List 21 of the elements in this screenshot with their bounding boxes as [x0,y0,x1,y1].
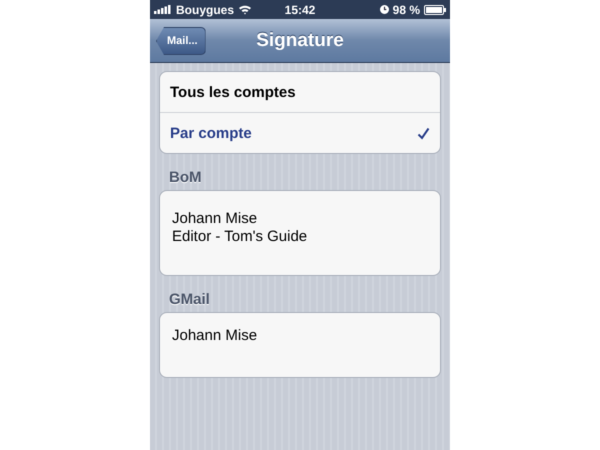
signature-line: Johann Mise [172,327,258,345]
clock-icon [380,5,389,14]
back-button[interactable]: Mail... [156,27,206,55]
wifi-icon [238,4,252,15]
section-header: BoM [168,168,202,184]
signature-line: Johann Mise [172,210,258,228]
signature-line: Editor - Tom's Guide [172,228,308,246]
option-row[interactable]: Par compte [160,112,440,153]
signature-field[interactable]: Johann Mise [159,312,441,378]
battery-percent: 98 % [392,2,420,16]
option-label: Par compte [170,124,252,142]
signature-field[interactable]: Johann Mise Editor - Tom's Guide [159,190,441,276]
carrier-name: Bouygues [176,2,234,16]
signal-icon [154,5,172,14]
section-header: GMail [168,290,210,306]
screen-title: Signature [256,30,344,52]
status-time: 15:42 [284,2,316,16]
option-row[interactable]: Tous les comptes [160,72,440,112]
option-label: Tous les comptes [170,84,296,100]
checkmark-icon [417,126,430,140]
battery-icon [424,4,446,14]
